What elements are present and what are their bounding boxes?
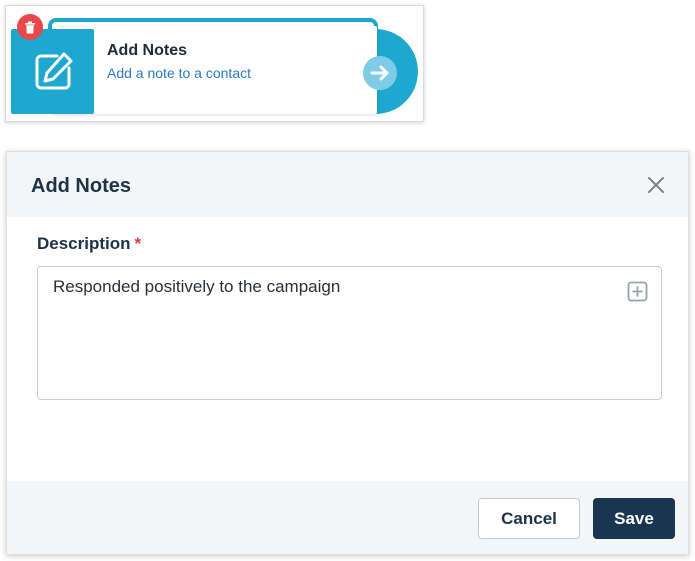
modal-footer: Cancel Save: [7, 481, 688, 554]
node-subtitle: Add a note to a contact: [107, 65, 251, 81]
save-button[interactable]: Save: [593, 498, 675, 539]
close-icon[interactable]: [645, 174, 667, 196]
description-textarea[interactable]: Responded positively to the campaign: [37, 266, 662, 400]
modal-title: Add Notes: [31, 175, 131, 197]
node-title: Add Notes: [107, 42, 187, 59]
arrow-right-icon[interactable]: [363, 56, 397, 90]
description-label-text: Description: [37, 234, 131, 253]
edit-note-icon: [11, 29, 94, 114]
required-marker: *: [134, 234, 142, 253]
trash-icon[interactable]: [17, 14, 43, 40]
plus-square-icon[interactable]: [627, 281, 648, 302]
cancel-button[interactable]: Cancel: [478, 498, 580, 539]
modal-header: Add Notes: [7, 152, 688, 217]
add-notes-modal: Add Notes Description * Responded positiv…: [6, 151, 689, 555]
description-value: Responded positively to the campaign: [53, 277, 341, 296]
description-label: Description *: [37, 234, 141, 254]
